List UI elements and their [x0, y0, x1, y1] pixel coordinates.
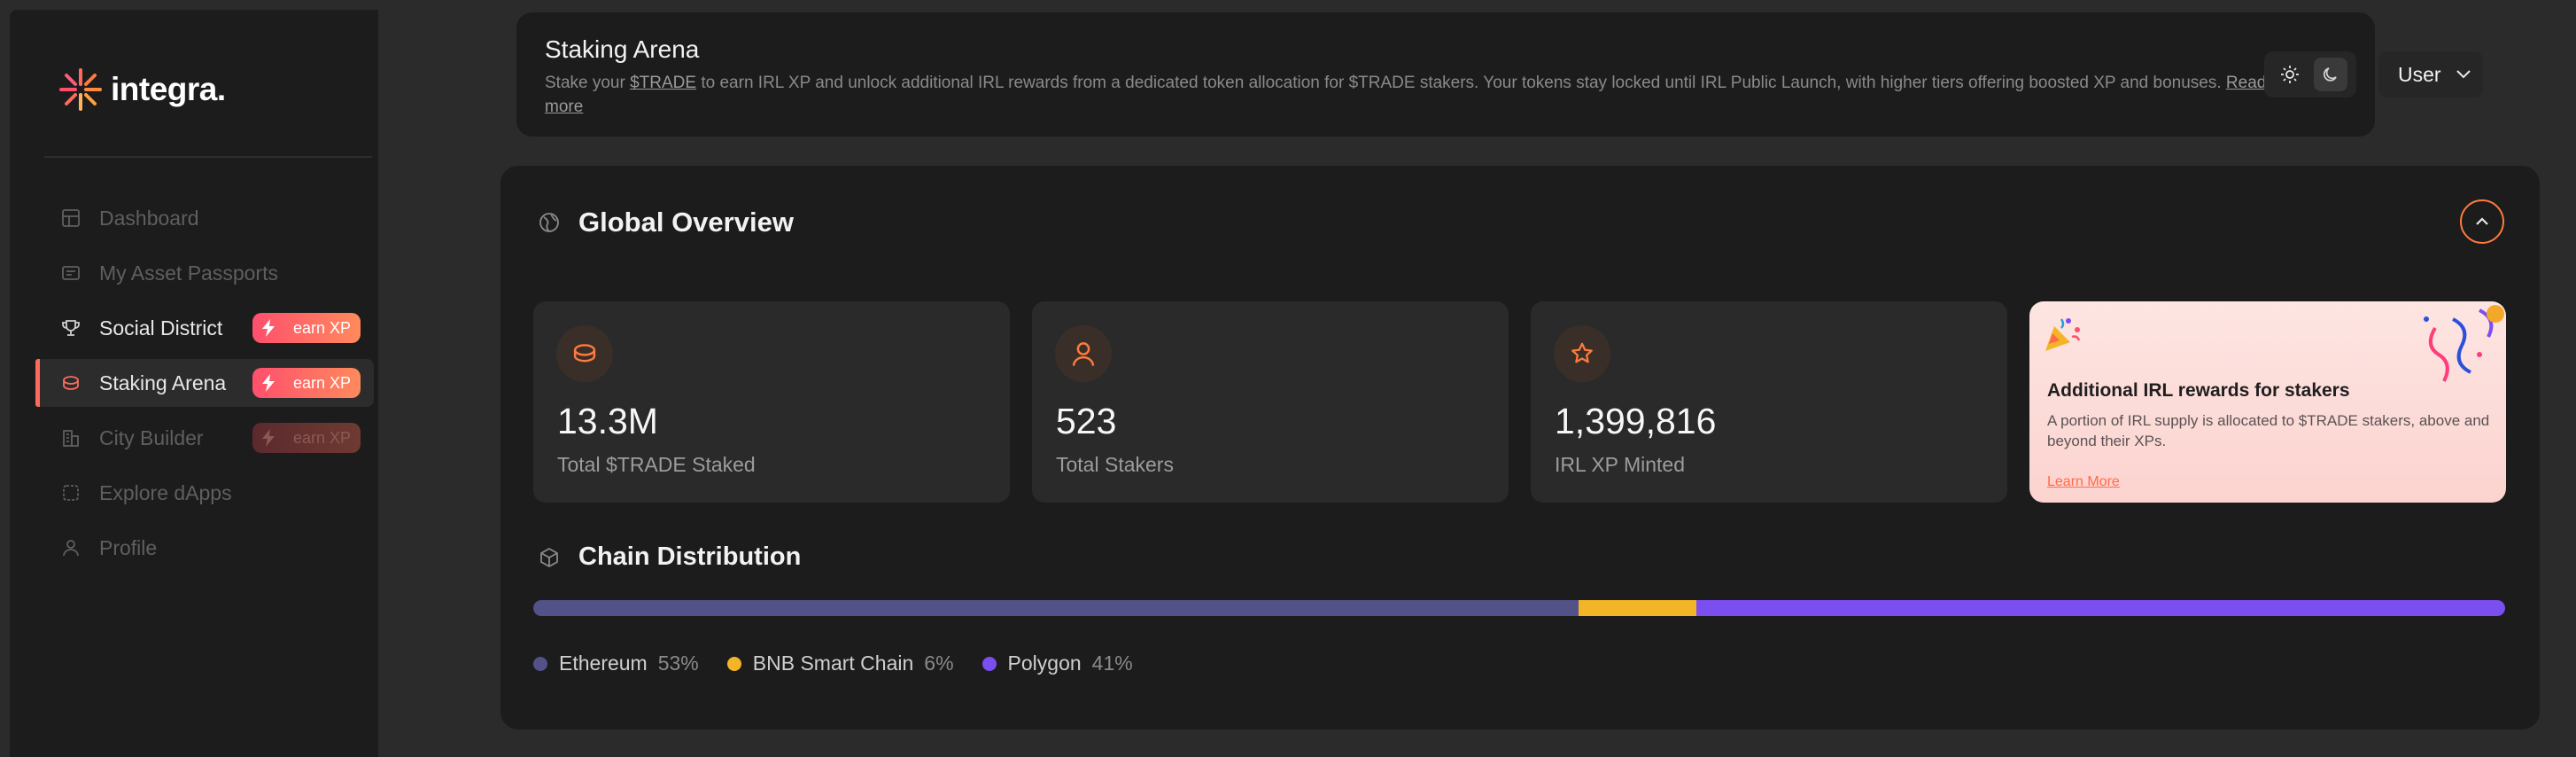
star-icon	[1554, 325, 1610, 382]
stat-caption: Total Stakers	[1056, 453, 1174, 476]
light-mode-button[interactable]	[2273, 58, 2307, 91]
legend-percent: 41%	[1091, 652, 1133, 675]
badge-label: earn XP	[293, 373, 352, 392]
distribution-title: Chain Distribution	[578, 542, 802, 571]
stat-value: 1,399,816	[1555, 401, 1717, 441]
legend-name: BNB Smart Chain	[752, 652, 914, 675]
passport-icon	[60, 262, 81, 284]
stat-value: 523	[1056, 401, 1117, 441]
sidebar-item-label: Explore dApps	[99, 480, 232, 504]
desc-text: Stake your	[545, 74, 631, 92]
sidebar-item-staking-arena[interactable]: Staking Arena earn XP	[35, 359, 374, 407]
sidebar-item-dashboard[interactable]: Dashboard	[35, 194, 374, 242]
sidebar-item-asset-passports[interactable]: My Asset Passports	[35, 249, 374, 297]
collapse-button[interactable]	[2460, 199, 2504, 244]
page-header: Staking Arena Stake your $TRADE to earn …	[516, 12, 2483, 137]
stat-caption: IRL XP Minted	[1555, 453, 1686, 476]
sun-icon	[2281, 66, 2299, 83]
badge-label: earn XP	[293, 318, 352, 337]
distribution-header: Chain Distribution	[538, 542, 801, 572]
coins-icon	[60, 372, 81, 394]
cube-icon	[538, 546, 561, 569]
stat-caption: Total $TRADE Staked	[557, 453, 756, 476]
trade-link[interactable]: $TRADE	[630, 74, 696, 92]
coins-icon	[556, 325, 613, 382]
legend-percent: 6%	[924, 652, 954, 675]
legend-dot	[982, 656, 997, 671]
earn-xp-badge[interactable]: earn XP	[252, 368, 361, 398]
sidebar-item-label: Dashboard	[99, 206, 199, 230]
user-label: User	[2398, 62, 2441, 86]
sidebar-item-explore-dapps[interactable]: Explore dApps	[35, 469, 374, 517]
integra-logo-icon	[59, 68, 102, 111]
sidebar-item-label: City Builder	[99, 425, 204, 449]
sidebar-item-label: Profile	[99, 535, 158, 559]
sidebar-item-label: My Asset Passports	[99, 261, 278, 285]
legend-item: Polygon 41%	[982, 652, 1133, 675]
sidebar-item-social-district[interactable]: Social District earn XP	[35, 304, 374, 352]
legend-dot	[726, 656, 741, 671]
sidebar-item-profile[interactable]: Profile	[35, 524, 374, 572]
legend-name: Ethereum	[559, 652, 648, 675]
sidebar-nav: Dashboard My Asset Passports Social Dist…	[35, 194, 374, 579]
distribution-segment-bnb-smart-chain	[1578, 600, 1697, 616]
promo-card: Additional IRL rewards for stakers A por…	[2029, 301, 2506, 503]
party-popper-icon	[2045, 318, 2081, 351]
user-icon	[1055, 325, 1112, 382]
distribution-segment-polygon	[1696, 600, 2505, 616]
apps-icon	[60, 482, 81, 503]
chain-distribution-bar	[533, 600, 2505, 616]
overview-header: Global Overview	[538, 207, 794, 238]
logo-text: integra.	[111, 71, 226, 107]
learn-more-link[interactable]: Learn More	[2047, 474, 2120, 490]
desc-text: to earn IRL XP and unlock additional IRL…	[696, 74, 2226, 92]
stat-value: 13.3M	[557, 401, 658, 441]
sidebar-item-label: Social District	[99, 316, 223, 339]
user-icon	[60, 537, 81, 558]
legend-dot	[533, 656, 547, 671]
chevron-down-icon	[2456, 70, 2471, 79]
stat-card-total-staked: 13.3M Total $TRADE Staked	[533, 301, 1010, 503]
user-menu-button[interactable]: User	[2378, 51, 2483, 98]
moon-icon	[2323, 67, 2337, 82]
promo-title: Additional IRL rewards for stakers	[2047, 380, 2350, 401]
earn-xp-badge[interactable]: earn XP	[252, 313, 361, 343]
earn-xp-badge[interactable]: earn XP	[252, 423, 361, 453]
chain-legend: Ethereum 53% BNB Smart Chain 6% Polygon 41%	[533, 652, 1161, 675]
theme-toggle	[2264, 51, 2356, 98]
sidebar-divider	[44, 156, 372, 158]
stat-card-xp-minted: 1,399,816 IRL XP Minted	[1531, 301, 2007, 503]
grid-icon	[60, 207, 81, 229]
trophy-icon	[60, 317, 81, 339]
legend-item: BNB Smart Chain 6%	[726, 652, 954, 675]
lightning-icon	[262, 429, 275, 447]
global-overview-panel: Global Overview 13.3M Total $TRADE Stake…	[500, 166, 2540, 730]
sidebar-item-city-builder[interactable]: City Builder earn XP	[35, 414, 374, 462]
dark-mode-button[interactable]	[2314, 58, 2347, 91]
globe-icon	[538, 211, 561, 234]
confetti-icon	[2424, 305, 2504, 382]
sidebar: integra. Dashboard My Asset Passports So…	[10, 10, 378, 757]
lightning-icon	[262, 374, 275, 392]
building-icon	[60, 427, 81, 449]
page-title: Staking Arena	[545, 35, 700, 63]
badge-label: earn XP	[293, 428, 352, 447]
lightning-icon	[262, 319, 275, 337]
distribution-segment-ethereum	[533, 600, 1579, 616]
chevron-up-icon	[2476, 217, 2488, 225]
legend-percent: 53%	[657, 652, 699, 675]
promo-text: A portion of IRL supply is allocated to …	[2047, 412, 2490, 449]
overview-title: Global Overview	[578, 207, 794, 238]
legend-item: Ethereum 53%	[533, 652, 699, 675]
logo[interactable]: integra.	[56, 65, 226, 114]
sidebar-item-label: Staking Arena	[99, 371, 227, 394]
page-description: Stake your $TRADE to earn IRL XP and unl…	[545, 71, 2272, 119]
stat-card-total-stakers: 523 Total Stakers	[1032, 301, 1509, 503]
legend-name: Polygon	[1007, 652, 1082, 675]
